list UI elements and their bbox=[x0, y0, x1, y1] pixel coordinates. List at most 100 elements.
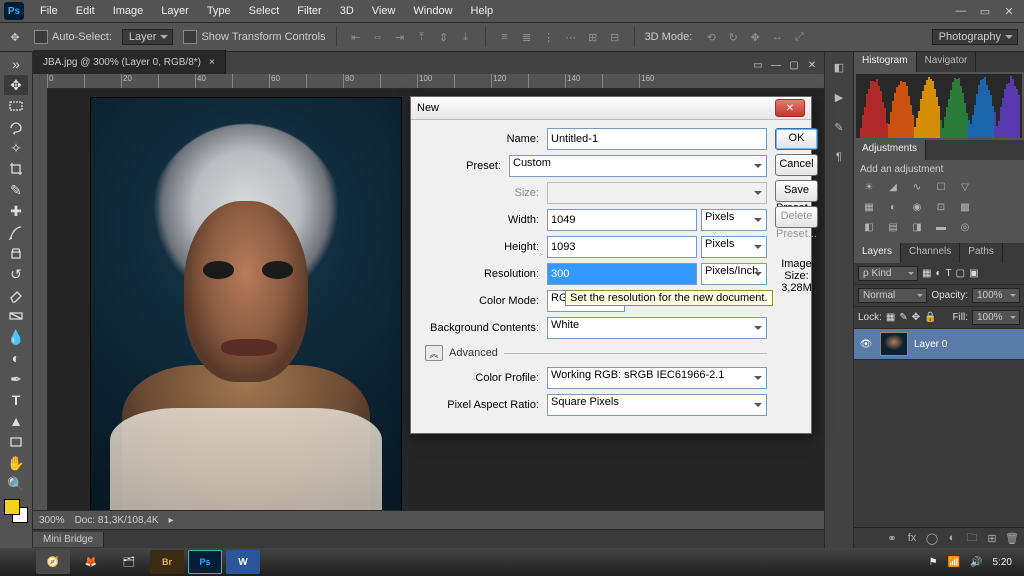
new-fill-adj-icon[interactable]: ◐ bbox=[944, 531, 960, 545]
align-hcenter-icon[interactable]: ⇔ bbox=[369, 28, 387, 46]
color-swatches[interactable] bbox=[4, 499, 28, 523]
new-group-icon[interactable]: 🗀 bbox=[964, 531, 980, 545]
rectangle-tool[interactable] bbox=[4, 432, 28, 452]
visibility-eye-icon[interactable]: 👁 bbox=[858, 336, 874, 352]
magic-wand-tool[interactable]: ✧ bbox=[4, 138, 28, 158]
canvas[interactable] bbox=[91, 98, 401, 528]
window-minimize-icon[interactable]: — bbox=[950, 3, 972, 19]
show-transform-checkbox[interactable]: Show Transform Controls bbox=[183, 30, 325, 44]
collapsed-panel-icon[interactable]: ◧ bbox=[830, 58, 848, 76]
channel-mixer-adj-icon[interactable]: ⊡ bbox=[932, 199, 950, 215]
eyedropper-tool[interactable]: ✎ bbox=[4, 180, 28, 200]
pixel-aspect-select[interactable]: Square Pixels bbox=[547, 394, 767, 416]
menu-edit[interactable]: Edit bbox=[68, 3, 103, 19]
close-doc-icon[interactable]: ✕ bbox=[804, 58, 820, 72]
path-select-tool[interactable]: ▲ bbox=[4, 411, 28, 431]
filter-smart-icon[interactable]: ▣ bbox=[969, 268, 978, 279]
foreground-color-swatch[interactable] bbox=[4, 499, 20, 515]
dialog-titlebar[interactable]: New ✕ bbox=[411, 97, 811, 120]
delete-layer-icon[interactable]: 🗑 bbox=[1004, 531, 1020, 545]
layer-mask-icon[interactable]: ◯ bbox=[924, 531, 940, 545]
status-flyout-icon[interactable]: ▸ bbox=[169, 515, 174, 526]
link-layers-icon[interactable]: ⚭ bbox=[884, 531, 900, 545]
distribute-icon[interactable]: ≡ bbox=[496, 28, 514, 46]
horizontal-ruler[interactable]: 0 20 40 60 80 100 120 140 160 bbox=[47, 74, 824, 89]
layer-filter-select[interactable]: ρ Kind bbox=[858, 266, 918, 281]
taskbar-app-finder[interactable]: 🧭 bbox=[36, 550, 70, 574]
hand-tool[interactable]: ✋ bbox=[4, 453, 28, 473]
menu-help[interactable]: Help bbox=[463, 3, 502, 19]
navigator-tab[interactable]: Navigator bbox=[917, 52, 977, 72]
color-lookup-adj-icon[interactable]: ▩ bbox=[956, 199, 974, 215]
menu-select[interactable]: Select bbox=[241, 3, 288, 19]
layer-thumbnail[interactable] bbox=[880, 332, 908, 356]
filter-pixel-icon[interactable]: ▦ bbox=[922, 268, 931, 279]
menu-3d[interactable]: 3D bbox=[332, 3, 362, 19]
distribute-icon[interactable]: ⋮ bbox=[540, 28, 558, 46]
advanced-toggle[interactable]: ︽ bbox=[425, 345, 443, 361]
arrange-icon[interactable]: ▭ bbox=[750, 58, 766, 72]
brush-tool[interactable] bbox=[4, 222, 28, 242]
window-restore-icon[interactable]: ▭ bbox=[974, 3, 996, 19]
channels-tab[interactable]: Channels bbox=[901, 243, 960, 263]
tray-clock[interactable]: 5:20 bbox=[993, 557, 1012, 568]
taskbar-app-bridge[interactable]: Br bbox=[150, 550, 184, 574]
distribute-icon[interactable]: ⊟ bbox=[606, 28, 624, 46]
height-unit-select[interactable]: Pixels bbox=[701, 236, 767, 258]
bg-contents-select[interactable]: White bbox=[547, 317, 767, 339]
tray-network-icon[interactable]: 📶 bbox=[948, 557, 960, 568]
layers-tab[interactable]: Layers bbox=[854, 243, 901, 263]
collapsed-panel-icon[interactable]: ✎ bbox=[830, 118, 848, 136]
histogram-tab[interactable]: Histogram bbox=[854, 52, 917, 72]
ruler-origin[interactable] bbox=[33, 74, 48, 89]
menu-image[interactable]: Image bbox=[105, 3, 152, 19]
eraser-tool[interactable] bbox=[4, 285, 28, 305]
pen-tool[interactable]: ✒ bbox=[4, 369, 28, 389]
selective-color-adj-icon[interactable]: ◎ bbox=[956, 219, 974, 235]
levels-adj-icon[interactable]: ◢ bbox=[884, 179, 902, 195]
opacity-field[interactable]: 100% bbox=[972, 288, 1020, 303]
lock-image-icon[interactable]: ✎ bbox=[899, 312, 907, 323]
color-profile-select[interactable]: Working RGB: sRGB IEC61966-2.1 bbox=[547, 367, 767, 389]
menu-type[interactable]: Type bbox=[199, 3, 239, 19]
dodge-tool[interactable]: ◐ bbox=[4, 348, 28, 368]
auto-select-checkbox[interactable]: Auto-Select: bbox=[34, 30, 112, 44]
blend-mode-select[interactable]: Normal bbox=[858, 288, 927, 303]
clone-stamp-tool[interactable] bbox=[4, 243, 28, 263]
gradient-map-adj-icon[interactable]: ▬ bbox=[932, 219, 950, 235]
menu-file[interactable]: File bbox=[32, 3, 66, 19]
move-tool[interactable]: ✥ bbox=[4, 75, 28, 95]
zoom-level[interactable]: 300% bbox=[39, 515, 65, 526]
marquee-tool[interactable] bbox=[4, 96, 28, 116]
collapsed-panel-icon[interactable]: ¶ bbox=[830, 148, 848, 166]
start-button[interactable] bbox=[4, 550, 32, 574]
align-vcenter-icon[interactable]: ⇕ bbox=[435, 28, 453, 46]
save-preset-button[interactable]: Save Preset... bbox=[775, 180, 818, 202]
distribute-icon[interactable]: ⋯ bbox=[562, 28, 580, 46]
preset-select[interactable]: Custom bbox=[509, 155, 767, 177]
roll-3d-icon[interactable]: ↻ bbox=[724, 28, 742, 46]
taskbar-app-firefox[interactable]: 🦊 bbox=[74, 550, 108, 574]
document-tab[interactable]: JBA.jpg @ 300% (Layer 0, RGB/8*) × bbox=[33, 50, 226, 74]
taskbar-app-word[interactable]: W bbox=[226, 550, 260, 574]
align-left-icon[interactable]: ⇤ bbox=[347, 28, 365, 46]
mini-bridge-tab[interactable]: Mini Bridge bbox=[33, 532, 104, 547]
layer-row[interactable]: 👁 Layer 0 bbox=[854, 329, 1024, 360]
close-tab-icon[interactable]: × bbox=[209, 57, 215, 68]
distribute-icon[interactable]: ⊞ bbox=[584, 28, 602, 46]
adjustments-tab[interactable]: Adjustments bbox=[854, 140, 926, 160]
paths-tab[interactable]: Paths bbox=[960, 243, 1003, 263]
invert-adj-icon[interactable]: ◧ bbox=[860, 219, 878, 235]
slide-3d-icon[interactable]: ↔ bbox=[768, 28, 786, 46]
threshold-adj-icon[interactable]: ◨ bbox=[908, 219, 926, 235]
healing-brush-tool[interactable]: ✚ bbox=[4, 201, 28, 221]
tray-flag-icon[interactable]: ⚑ bbox=[929, 557, 938, 568]
menu-filter[interactable]: Filter bbox=[289, 3, 329, 19]
menu-layer[interactable]: Layer bbox=[153, 3, 197, 19]
auto-select-target-select[interactable]: Layer bbox=[122, 29, 174, 45]
tray-sound-icon[interactable]: 🔊 bbox=[970, 557, 982, 568]
lock-transparent-icon[interactable]: ▦ bbox=[886, 312, 895, 323]
new-layer-icon[interactable]: ⊞ bbox=[984, 531, 1000, 545]
lock-all-icon[interactable]: 🔒 bbox=[924, 312, 936, 323]
dialog-close-button[interactable]: ✕ bbox=[775, 99, 805, 117]
